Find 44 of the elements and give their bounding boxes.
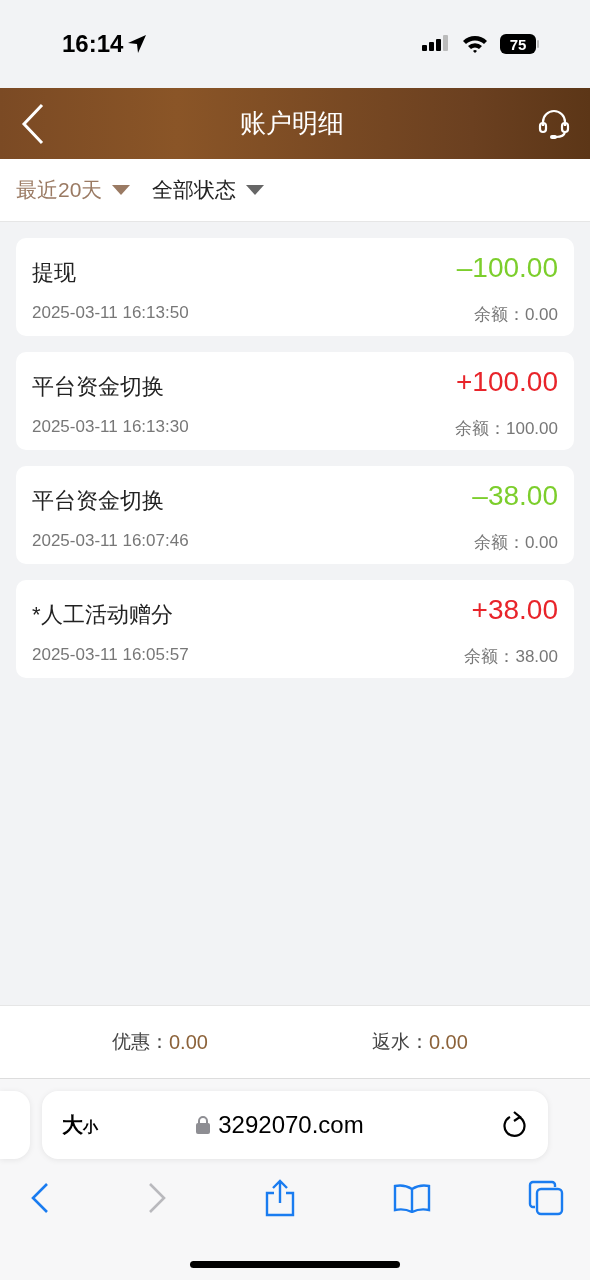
transaction-title: 平台资金切换 [32,373,165,402]
summary-label: 优惠： [112,1030,169,1054]
back-arrow-icon[interactable] [30,1182,50,1214]
transaction-amount: +100.00 [455,366,558,399]
transaction-time: 2025-03-11 16:13:30 [32,416,190,438]
transaction-time: 2025-03-11 16:13:50 [32,302,190,324]
summary-value: 0.00 [169,1030,208,1054]
text-size-button[interactable]: 大小 [62,1111,98,1139]
back-button[interactable] [20,102,46,145]
tabs-icon[interactable] [528,1180,564,1216]
lock-icon [196,1116,211,1134]
location-arrow-icon [127,34,148,54]
transaction-amount: –100.00 [456,252,558,285]
clock-time: 16:14 [62,30,124,58]
filter-dropdown[interactable]: 全部状态 [152,176,265,204]
caret-icon [112,185,131,195]
transaction-amount: +38.00 [470,594,558,627]
balance-text: 余额：0.00 [472,303,558,326]
balance-text: 余额：38.00 [464,645,558,668]
transaction-card[interactable]: 提现 –100.00 2025-03-11 16:13:50 余额：0.00 [16,238,574,336]
address-bar[interactable]: 大小 3292070.com [42,1091,548,1159]
transaction-amount: –38.00 [472,480,558,513]
filter-dropdown[interactable]: 最近20天 [16,176,131,204]
balance-text: 余额：0.00 [472,531,558,554]
summary-label: 返水： [371,1030,429,1054]
transaction-title: 提现 [32,259,77,288]
book-icon[interactable] [393,1183,431,1213]
transaction-time: 2025-03-11 16:05:57 [32,644,190,666]
url-text: 3292070.com [218,1111,364,1139]
transaction-time: 2025-03-11 16:07:46 [32,530,190,552]
transaction-title: 平台资金切换 [32,487,165,516]
battery-indicator: 75 [500,34,540,54]
balance-text: 余额：100.00 [455,417,558,440]
summary-value: 0.00 [428,1030,468,1054]
transaction-card[interactable]: 平台资金切换 +100.00 2025-03-11 16:13:30 余额：100.00 [16,352,574,450]
share-icon[interactable] [264,1179,296,1217]
transaction-card[interactable]: *人工活动赠分 +38.00 2025-03-11 16:05:57 余额：38.00 [16,580,574,678]
transaction-card[interactable]: 平台资金切换 –38.00 2025-03-11 16:07:46 余额：0.00 [16,466,574,564]
caret-icon [246,185,265,195]
headset-icon[interactable] [538,107,570,140]
transaction-title: *人工活动赠分 [32,601,174,630]
reload-icon[interactable] [502,1111,528,1139]
page-title: 账户明细 [239,107,345,140]
wifi-icon [462,34,488,54]
